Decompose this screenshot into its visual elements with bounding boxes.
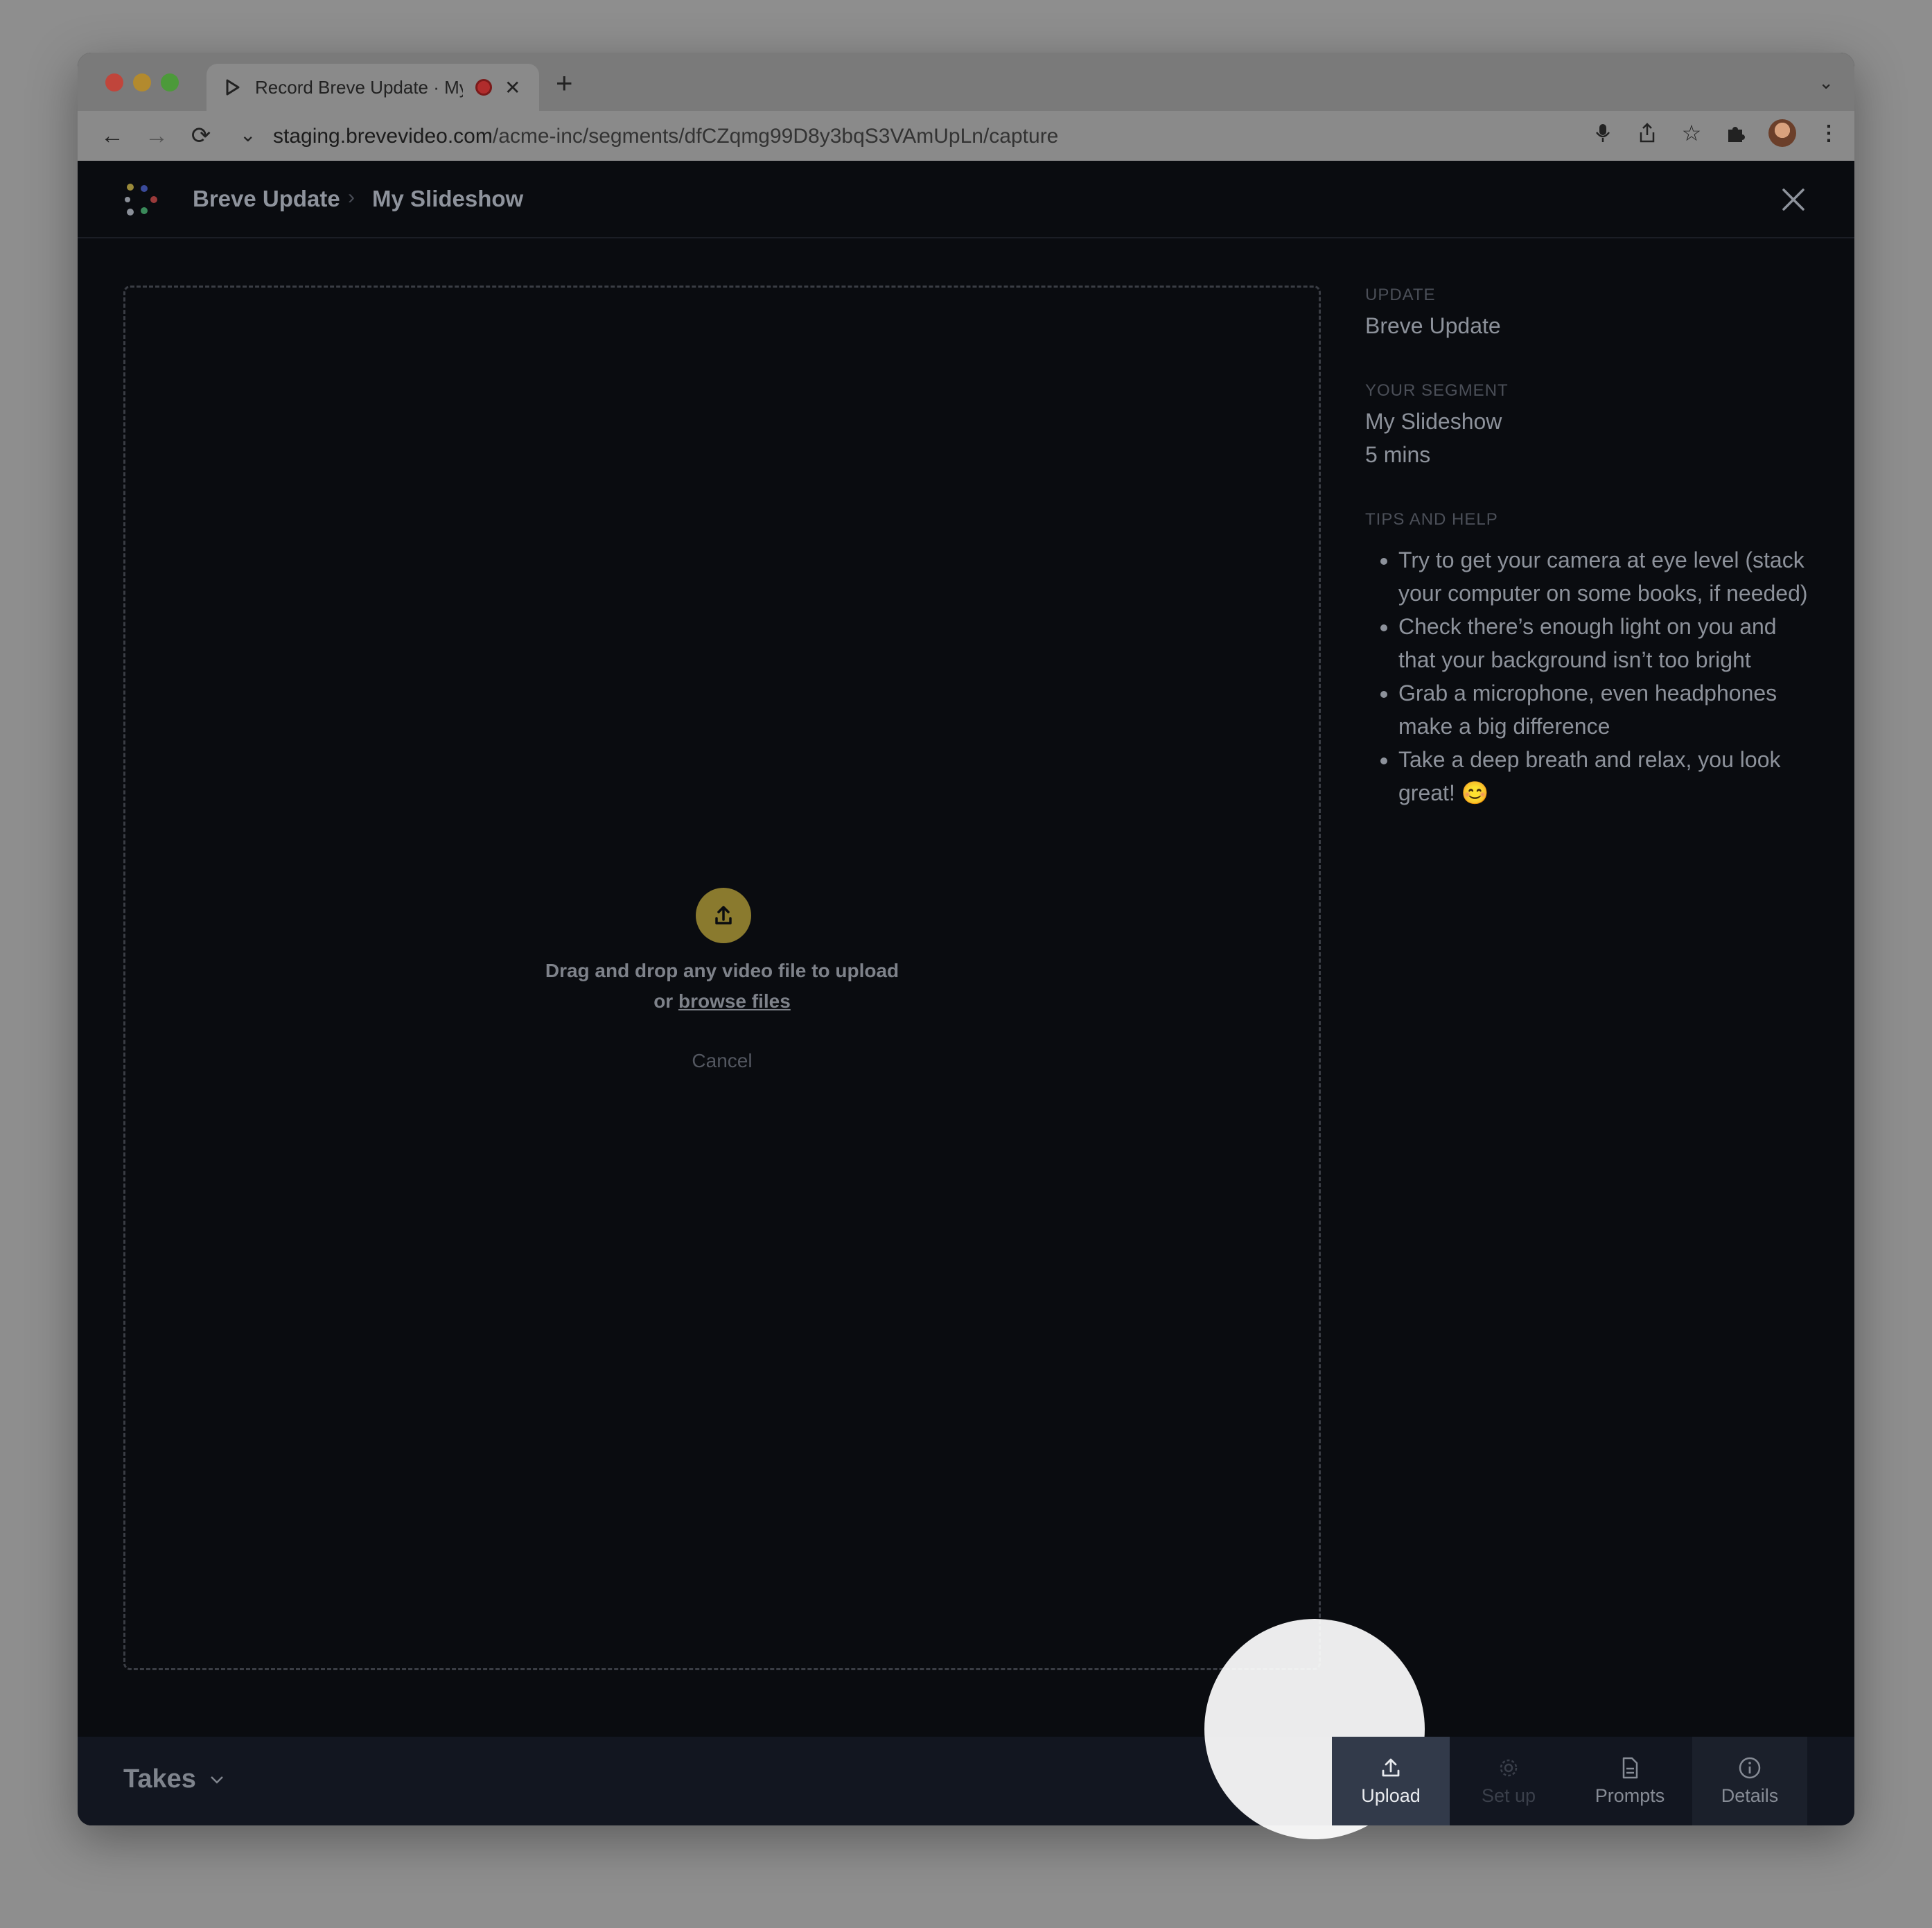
drop-instructions-browse-line: or browse files <box>125 986 1319 1017</box>
update-label: UPDATE <box>1365 286 1436 304</box>
breadcrumb-separator: › <box>348 186 355 209</box>
tab-upload[interactable]: Upload <box>1332 1737 1450 1825</box>
tab-prompts[interactable]: Prompts <box>1567 1737 1692 1825</box>
segment-duration: 5 mins <box>1365 442 1431 467</box>
upload-icon <box>1382 1758 1400 1776</box>
breadcrumb-update[interactable]: Breve Update <box>193 186 340 212</box>
browser-window: Record Breve Update · My Slideshow ✕ + ⌄… <box>78 53 1854 1825</box>
tab-details-label: Details <box>1721 1785 1779 1806</box>
url-text: staging.brevevideo.com/acme-inc/segments… <box>273 125 1058 148</box>
toolbar-actions: ☆ ⋮ <box>1591 119 1841 147</box>
tab-setup[interactable]: Set up <box>1450 1737 1567 1825</box>
segment-value: My Slideshow <box>1365 409 1502 434</box>
url-path: /acme-inc/segments/dfCZqmg99D8y3bqS3VAmU… <box>492 125 1059 148</box>
tips-list: Try to get your camera at eye level (sta… <box>1365 543 1809 809</box>
reload-icon[interactable]: ⟳ <box>186 121 216 151</box>
microphone-icon[interactable] <box>1591 121 1615 145</box>
share-icon[interactable] <box>1635 121 1659 145</box>
browser-tab[interactable]: Record Breve Update · My Slideshow ✕ <box>207 64 539 111</box>
url-host: staging.brevevideo.com <box>273 125 493 148</box>
tab-close-icon[interactable]: ✕ <box>504 76 520 99</box>
breadcrumb-segment[interactable]: My Slideshow <box>372 186 523 212</box>
new-tab-button[interactable]: + <box>556 67 573 100</box>
tab-title: Record Breve Update · My Slideshow <box>255 76 463 98</box>
recording-indicator-icon <box>475 79 492 96</box>
browser-toolbar: ← → ⟳ ⌄ staging.brevevideo.com/acme-inc/… <box>78 111 1854 161</box>
profile-avatar[interactable] <box>1768 119 1796 147</box>
segment-info-panel: UPDATE Breve Update YOUR SEGMENT My Slid… <box>1365 286 1809 809</box>
browse-files-link[interactable]: browse files <box>678 990 791 1012</box>
close-window-button[interactable] <box>105 73 123 91</box>
tip-item: Check there’s enough light on you and th… <box>1398 610 1809 676</box>
tab-upload-label: Upload <box>1361 1785 1421 1806</box>
update-value: Breve Update <box>1365 313 1501 338</box>
segment-label: YOUR SEGMENT <box>1365 381 1509 400</box>
tip-item: Take a deep breath and relax, you look g… <box>1398 743 1809 809</box>
tab-details[interactable]: Details <box>1692 1737 1807 1825</box>
info-icon <box>1739 1757 1761 1778</box>
address-bar[interactable]: ⌄ staging.brevevideo.com/acme-inc/segmen… <box>227 116 1786 155</box>
minimize-window-button[interactable] <box>133 73 151 91</box>
upload-button[interactable] <box>696 888 751 943</box>
site-info-chevron-icon[interactable]: ⌄ <box>240 123 256 146</box>
app-header: Breve Update › My Slideshow <box>78 161 1854 238</box>
upload-arrow-icon <box>715 906 732 924</box>
drop-instructions: Drag and drop any video file to upload o… <box>125 956 1319 1017</box>
video-drop-zone[interactable]: Drag and drop any video file to upload o… <box>123 286 1321 1670</box>
bottom-tabs: Upload Set up Prompts Details <box>78 1737 1854 1825</box>
browser-menu-icon[interactable]: ⋮ <box>1817 121 1841 145</box>
breve-logo-icon[interactable] <box>122 180 161 219</box>
tab-prompts-label: Prompts <box>1595 1785 1665 1806</box>
maximize-window-button[interactable] <box>161 73 179 91</box>
tab-search-chevron-icon[interactable]: ⌄ <box>1818 72 1834 94</box>
tip-item: Try to get your camera at eye level (sta… <box>1398 543 1809 610</box>
tips-label: TIPS AND HELP <box>1365 510 1498 529</box>
bookmark-star-icon[interactable]: ☆ <box>1680 121 1703 146</box>
document-icon <box>1622 1757 1638 1778</box>
tab-strip: Record Breve Update · My Slideshow ✕ + ⌄ <box>78 53 1854 111</box>
cancel-button[interactable]: Cancel <box>125 1050 1319 1072</box>
forward-arrow-icon[interactable]: → <box>141 121 172 151</box>
extensions-puzzle-icon[interactable] <box>1724 121 1748 145</box>
window-controls <box>105 73 179 91</box>
tip-item: Grab a microphone, even headphones make … <box>1398 676 1809 743</box>
or-text: or <box>653 990 678 1012</box>
breve-favicon-icon <box>226 79 240 96</box>
gear-icon <box>1500 1759 1518 1776</box>
close-icon[interactable] <box>1781 187 1806 212</box>
tab-setup-label: Set up <box>1481 1785 1536 1806</box>
back-arrow-icon[interactable]: ← <box>97 121 128 151</box>
drop-instructions-line: Drag and drop any video file to upload <box>545 960 899 981</box>
